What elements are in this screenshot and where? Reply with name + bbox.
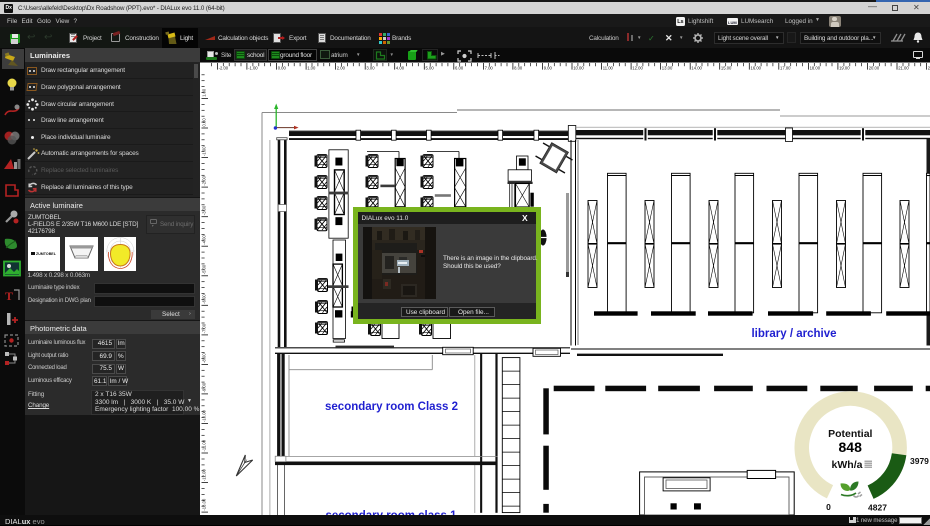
svg-text:10.00: 10.00 (573, 65, 584, 70)
svg-text:16.00: 16.00 (751, 65, 762, 70)
svg-text:4827: 4827 (868, 503, 887, 513)
svg-text:-8.00: -8.00 (202, 353, 207, 363)
svg-text:11.00: 11.00 (603, 65, 614, 70)
svg-text:Potential: Potential (828, 428, 872, 440)
svg-text:-12.00: -12.00 (202, 469, 207, 482)
svg-text:20.00: 20.00 (869, 65, 880, 70)
svg-text:13.00: 13.00 (662, 65, 673, 70)
svg-text:3.00: 3.00 (366, 65, 375, 70)
svg-text:-1.00: -1.00 (202, 146, 207, 156)
svg-text:848: 848 (839, 439, 863, 455)
svg-text:4.00: 4.00 (396, 65, 405, 70)
svg-text:7.00: 7.00 (485, 65, 494, 70)
svg-text:-7.00: -7.00 (202, 323, 207, 333)
svg-text:2.00: 2.00 (337, 65, 346, 70)
svg-text:kWh/a: kWh/a (832, 459, 863, 471)
svg-text:-9.00: -9.00 (202, 382, 207, 392)
svg-text:12.00: 12.00 (632, 65, 643, 70)
svg-text:-2.00: -2.00 (219, 65, 229, 70)
svg-text:-13.00: -13.00 (202, 498, 207, 511)
svg-text:T: T (5, 289, 13, 303)
svg-text:-5.00: -5.00 (202, 264, 207, 274)
svg-text:-4.00: -4.00 (202, 234, 207, 244)
svg-text:-6.00: -6.00 (202, 294, 207, 304)
svg-text:library / archive: library / archive (751, 328, 836, 340)
svg-text:15.00: 15.00 (721, 65, 732, 70)
svg-text:6.00: 6.00 (455, 65, 464, 70)
svg-text:-2.00: -2.00 (202, 175, 207, 185)
svg-text:-11.00: -11.00 (202, 439, 207, 451)
svg-text:21.00: 21.00 (898, 65, 909, 70)
svg-text:9.00: 9.00 (544, 65, 553, 70)
svg-text:-1.00: -1.00 (248, 65, 258, 70)
svg-text:8.00: 8.00 (514, 65, 523, 70)
svg-text:1.00: 1.00 (307, 65, 316, 70)
svg-text:19.00: 19.00 (839, 65, 850, 70)
svg-text:-10.00: -10.00 (202, 409, 207, 422)
svg-text:secondary room Class 2: secondary room Class 2 (325, 401, 458, 413)
svg-text:3979: 3979 (910, 456, 929, 466)
svg-text:17.00: 17.00 (780, 65, 791, 70)
svg-text:0.00: 0.00 (202, 118, 207, 127)
svg-text:1.00: 1.00 (202, 88, 207, 97)
svg-text:14.00: 14.00 (691, 65, 702, 70)
svg-text:0: 0 (826, 502, 831, 512)
svg-text:18.00: 18.00 (810, 65, 821, 70)
svg-text:-3.00: -3.00 (202, 205, 207, 215)
svg-text:5.00: 5.00 (426, 65, 435, 70)
svg-text:0.00: 0.00 (278, 65, 287, 70)
